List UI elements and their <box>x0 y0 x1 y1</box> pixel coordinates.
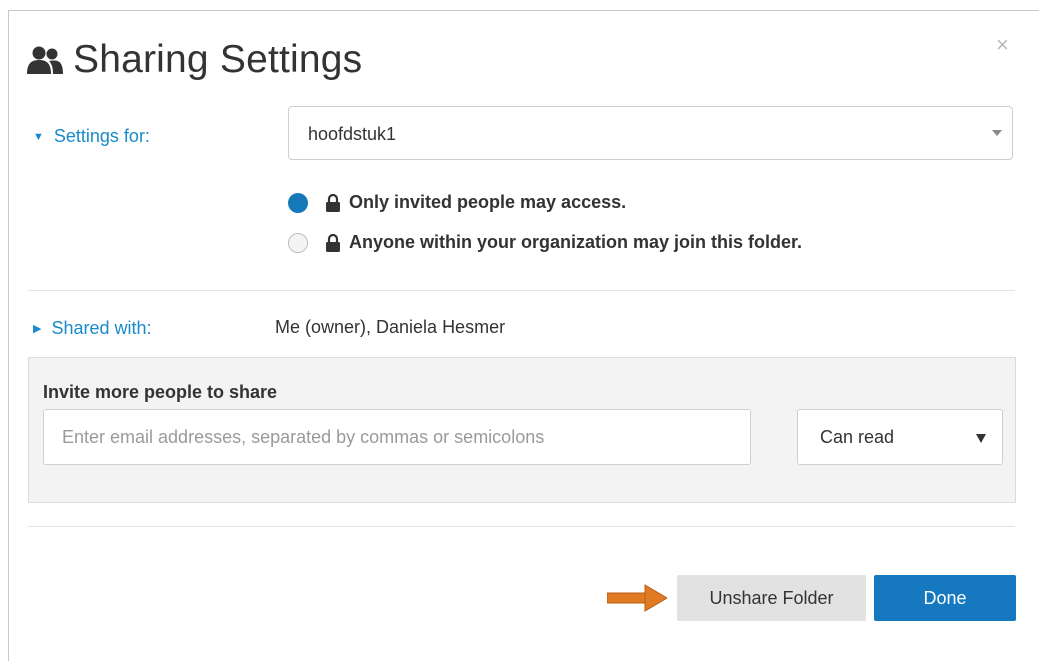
access-option-organization[interactable]: Anyone within your organization may join… <box>288 232 802 253</box>
invite-panel: Invite more people to share Can read <box>28 357 1016 503</box>
dialog-header: Sharing Settings <box>27 38 362 82</box>
divider <box>28 526 1015 527</box>
radio-organization[interactable] <box>288 232 308 253</box>
permission-select[interactable]: Can read <box>797 409 1003 465</box>
chevron-down-icon <box>992 130 1002 136</box>
shared-with-label: Shared with: <box>51 318 152 338</box>
divider <box>28 290 1015 291</box>
lock-icon <box>326 233 340 252</box>
folder-select[interactable]: hoofdstuk1 <box>288 106 1013 160</box>
access-option-label: Only invited people may access. <box>349 192 627 212</box>
done-button[interactable]: Done <box>874 575 1016 621</box>
email-input[interactable] <box>43 409 751 465</box>
lock-icon <box>326 193 340 212</box>
invite-title: Invite more people to share <box>43 382 278 402</box>
access-option-label: Anyone within your organization may join… <box>349 232 803 252</box>
settings-for-label: Settings for: <box>53 126 150 146</box>
settings-for-toggle[interactable]: ▼ Settings for: <box>33 126 150 147</box>
triangle-right-icon: ▶ <box>33 323 42 335</box>
close-icon[interactable]: × <box>996 32 1009 58</box>
access-option-invited[interactable]: Only invited people may access. <box>288 192 626 213</box>
radio-invited[interactable] <box>288 192 308 213</box>
orange-arrow-icon <box>607 584 667 612</box>
shared-with-toggle[interactable]: ▶ Shared with: <box>33 318 152 339</box>
unshare-folder-button[interactable]: Unshare Folder <box>677 575 866 621</box>
shared-with-value: Me (owner), Daniela Hesmer <box>275 317 506 337</box>
permission-select-value: Can read <box>820 427 895 447</box>
chevron-down-icon <box>976 434 986 443</box>
folder-select-value: hoofdstuk1 <box>308 124 397 144</box>
triangle-down-icon: ▼ <box>33 130 44 143</box>
dialog-title: Sharing Settings <box>73 38 363 81</box>
users-icon <box>27 46 63 74</box>
